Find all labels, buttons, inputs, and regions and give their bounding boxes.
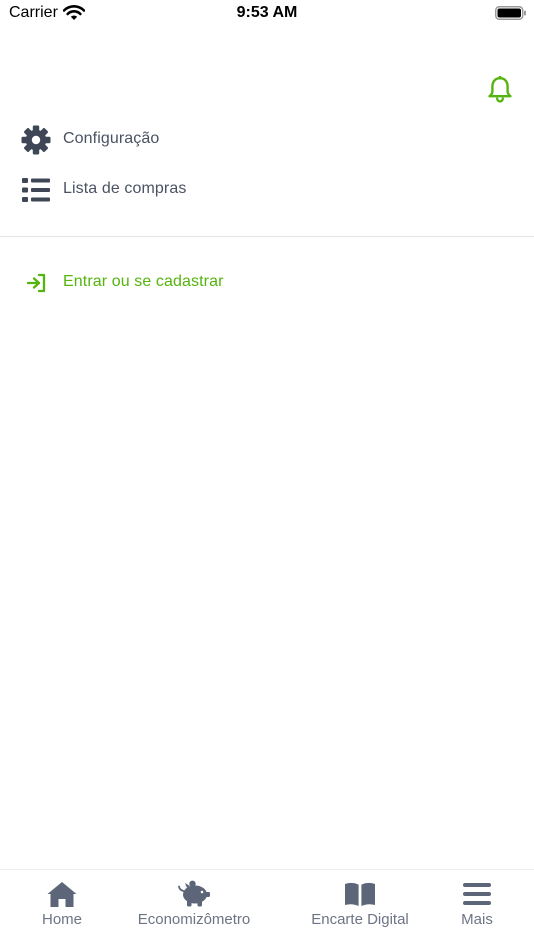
tab-label: Home — [41, 911, 82, 928]
tab-mais[interactable]: Mais — [442, 870, 512, 940]
book-icon — [296, 880, 424, 908]
battery-icon — [495, 6, 527, 25]
list-icon — [20, 175, 52, 205]
tab-encarte-digital[interactable]: Encarte Digital — [296, 870, 424, 940]
menu-item-label: Lista de compras — [63, 180, 187, 197]
menu-item-label: Configuração — [63, 130, 160, 147]
clock: 9:53 AM — [236, 4, 298, 21]
tab-label: Mais — [461, 911, 493, 928]
gear-icon — [20, 125, 52, 155]
login-label: Entrar ou se cadastrar — [63, 273, 224, 290]
tab-label: Economizômetro — [137, 911, 251, 928]
sign-in-icon — [20, 268, 52, 298]
hamburger-menu-icon — [442, 880, 512, 908]
home-icon — [22, 880, 102, 908]
status-bar: Carrier 9:53 AM — [0, 0, 534, 28]
tab-label: Encarte Digital — [311, 911, 409, 928]
bell-icon — [488, 75, 512, 103]
notification-button[interactable] — [487, 75, 513, 104]
menu-item-lista-de-compras[interactable]: Lista de compras — [0, 170, 534, 210]
piggy-bank-icon — [124, 880, 264, 908]
menu-divider — [0, 236, 534, 237]
tab-bar: Home Economizômetro Encarte Digital Mais — [0, 869, 534, 951]
login-link[interactable]: Entrar ou se cadastrar — [0, 263, 534, 303]
menu-item-configuracao[interactable]: Configuração — [0, 120, 534, 160]
tab-economizometro[interactable]: Economizômetro — [124, 870, 264, 940]
tab-home[interactable]: Home — [22, 870, 102, 940]
